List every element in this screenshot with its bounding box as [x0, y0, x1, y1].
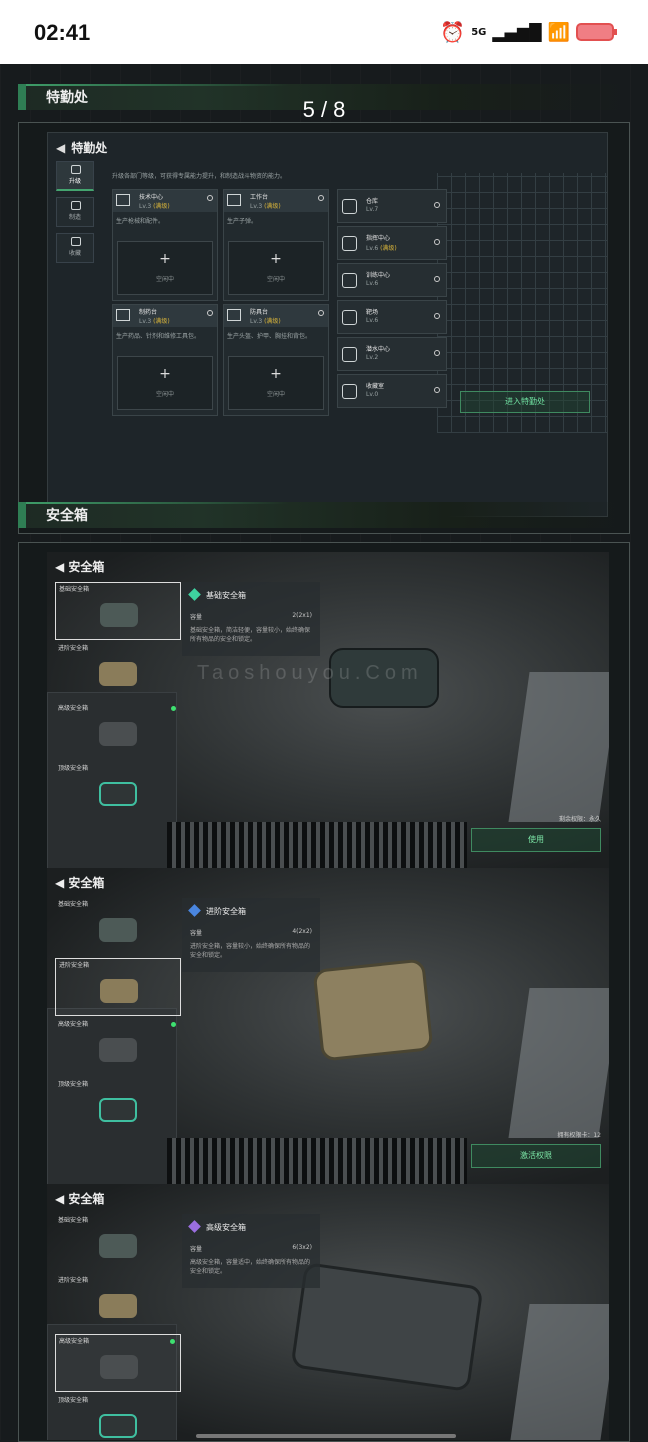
- battery-icon: [576, 23, 617, 41]
- thumb-advanced[interactable]: 进阶安全箱: [55, 958, 181, 1016]
- production-slot[interactable]: + 空闲中: [117, 241, 213, 295]
- plus-icon: +: [159, 366, 171, 382]
- diving-mask-icon: [342, 347, 357, 362]
- facility-dive-center[interactable]: 潜水中心 Lv.2: [337, 337, 447, 371]
- thumb-premium[interactable]: 高级安全箱: [55, 1018, 181, 1076]
- network-label: 5G: [471, 26, 487, 38]
- thumb-top[interactable]: 顶级安全箱: [55, 762, 181, 820]
- activate-permission-button[interactable]: 激活权限: [471, 1144, 601, 1168]
- plus-icon: +: [159, 251, 171, 267]
- facility-shooting-range[interactable]: 靶场 Lv.6: [337, 300, 447, 334]
- safebox-screenshot-premium: ◀ 安全箱 基础安全箱 进阶安全箱 高级安全箱 顶级安全箱 高级安全箱 容量 6(…: [47, 1184, 609, 1440]
- tab-collection[interactable]: 收藏: [56, 233, 94, 263]
- craft-icon: [71, 201, 81, 210]
- special-panel: ◀ 特勤处 升级各部门等级，可获得专属能力提升，和制造战斗物资的能力。 升级 制造…: [47, 132, 608, 517]
- search-icon: [434, 202, 440, 208]
- safebox-info: 基础安全箱 容量 2(2x1) 基础安全箱，简洁轻便，容量较小，始终确保所有物品的…: [182, 582, 320, 656]
- facility-command-center[interactable]: 指挥中心 Lv.6 (满级): [337, 226, 447, 260]
- target-icon: [342, 310, 357, 325]
- card-armor-bench[interactable]: 防具台 Lv.3 (满级) 生产头盔、护甲、胸挂和背包。 + 空闲中: [223, 304, 329, 416]
- page-counter: 5 / 8: [302, 97, 346, 122]
- search-icon[interactable]: [207, 195, 213, 201]
- back-arrow-icon[interactable]: ◀: [56, 141, 65, 155]
- collection-icon: [71, 237, 81, 246]
- computer-icon: [116, 194, 130, 206]
- screen-title: ◀ 安全箱: [55, 560, 105, 574]
- safebox-info: 高级安全箱 容量 6(3x2) 高级安全箱，容量适中，始终确保所有物品的安全和锁定…: [182, 1214, 320, 1288]
- thumb-advanced[interactable]: 进阶安全箱: [55, 642, 181, 700]
- back-arrow-icon[interactable]: ◀: [55, 1192, 68, 1206]
- armor-icon: [227, 309, 241, 321]
- safebox-screenshot-advanced: ◀ 安全箱 基础安全箱 进阶安全箱 高级安全箱 顶级安全箱 进阶安全箱 容量 4(…: [47, 868, 609, 1184]
- screen-title: ◀ 安全箱: [55, 1192, 105, 1206]
- thumb-basic[interactable]: 基础安全箱: [55, 898, 181, 956]
- thumb-premium[interactable]: 高级安全箱: [55, 702, 181, 760]
- production-slot[interactable]: + 空闲中: [117, 356, 213, 410]
- card-workbench[interactable]: 工作台 Lv.3 (满级) 生产子弹。 + 空闲中: [223, 189, 329, 301]
- facility-warehouse[interactable]: 仓库 Lv.7: [337, 189, 447, 223]
- command-icon: [342, 236, 357, 251]
- advanced-safebox-model: [312, 958, 434, 1062]
- status-icons: ⏰ 5G ▂▄▆█ 📶: [440, 20, 617, 44]
- use-button[interactable]: 使用: [471, 828, 601, 852]
- rarity-gem-icon: [188, 1220, 201, 1233]
- facility-training-center[interactable]: 训练中心 Lv.6: [337, 263, 447, 297]
- owned-indicator: [171, 706, 176, 711]
- watermark: Taoshouyou.Com: [197, 662, 423, 684]
- scroll-indicator[interactable]: [196, 1434, 456, 1438]
- upgrade-icon: [71, 165, 81, 174]
- tab-craft[interactable]: 制造: [56, 197, 94, 227]
- production-slot[interactable]: + 空闲中: [228, 241, 324, 295]
- search-icon: [434, 239, 440, 245]
- back-arrow-icon[interactable]: ◀: [55, 876, 68, 890]
- section-header-safebox: 安全箱: [18, 502, 630, 528]
- alarm-icon: ⏰: [440, 20, 466, 44]
- card-tech-center[interactable]: 技术中心 Lv.3 (满级) 生产枪械和配件。 + 空闲中: [112, 189, 218, 301]
- panel-description: 升级各部门等级，可获得专属能力提升，和制造战斗物资的能力。: [112, 173, 287, 180]
- hammer-icon: [227, 194, 241, 206]
- thumb-top[interactable]: 顶级安全箱: [55, 1078, 181, 1136]
- plus-icon: +: [270, 251, 282, 267]
- card-pharmacy[interactable]: 制药台 Lv.3 (满级) 生产药品、针剂和维修工具包。 + 空闲中: [112, 304, 218, 416]
- thumb-premium[interactable]: 高级安全箱: [55, 1334, 181, 1392]
- search-icon: [434, 276, 440, 282]
- search-icon: [434, 387, 440, 393]
- document-view[interactable]: 特勤处 5 / 8 ◀ 特勤处 升级各部门等级，可获得专属能力提升，和制造战斗物资…: [0, 64, 648, 1442]
- enter-special-button[interactable]: 进入特勤处: [460, 391, 590, 413]
- search-icon: [434, 313, 440, 319]
- search-icon[interactable]: [318, 310, 324, 316]
- back-arrow-icon[interactable]: ◀: [55, 560, 68, 574]
- rarity-gem-icon: [188, 904, 201, 917]
- search-icon[interactable]: [318, 195, 324, 201]
- dumbbell-icon: [342, 273, 357, 288]
- warehouse-icon: [342, 199, 357, 214]
- tab-upgrade[interactable]: 升级: [56, 161, 94, 191]
- pharmacy-icon: [116, 309, 130, 321]
- screen-title: ◀ 安全箱: [55, 876, 105, 890]
- clock: 02:41: [34, 20, 91, 45]
- search-icon[interactable]: [207, 310, 213, 316]
- thumb-basic[interactable]: 基础安全箱: [55, 582, 181, 640]
- status-bar: 02:41 ⏰ 5G ▂▄▆█ 📶: [0, 0, 648, 64]
- thumb-basic[interactable]: 基础安全箱: [55, 1214, 181, 1272]
- rarity-gem-icon: [188, 588, 201, 601]
- wifi-icon: 📶: [547, 21, 570, 43]
- safebox-info: 进阶安全箱 容量 4(2x2) 进阶安全箱，容量较小，始终确保所有物品的安全和锁定…: [182, 898, 320, 972]
- signal-icon: ▂▄▆█: [492, 22, 542, 42]
- facility-collection-room[interactable]: 收藏室 Lv.0: [337, 374, 447, 408]
- production-slot[interactable]: + 空闲中: [228, 356, 324, 410]
- collection-room-icon: [342, 384, 357, 399]
- thumb-advanced[interactable]: 进阶安全箱: [55, 1274, 181, 1332]
- panel-title: ◀ 特勤处: [56, 141, 108, 155]
- plus-icon: +: [270, 366, 282, 382]
- thumb-top[interactable]: 顶级安全箱: [55, 1394, 181, 1440]
- safebox-screenshot-basic: ◀ 安全箱 基础安全箱 进阶安全箱 高级安全箱 顶级安全箱 基础安全箱 容量 2(…: [47, 552, 609, 868]
- search-icon: [434, 350, 440, 356]
